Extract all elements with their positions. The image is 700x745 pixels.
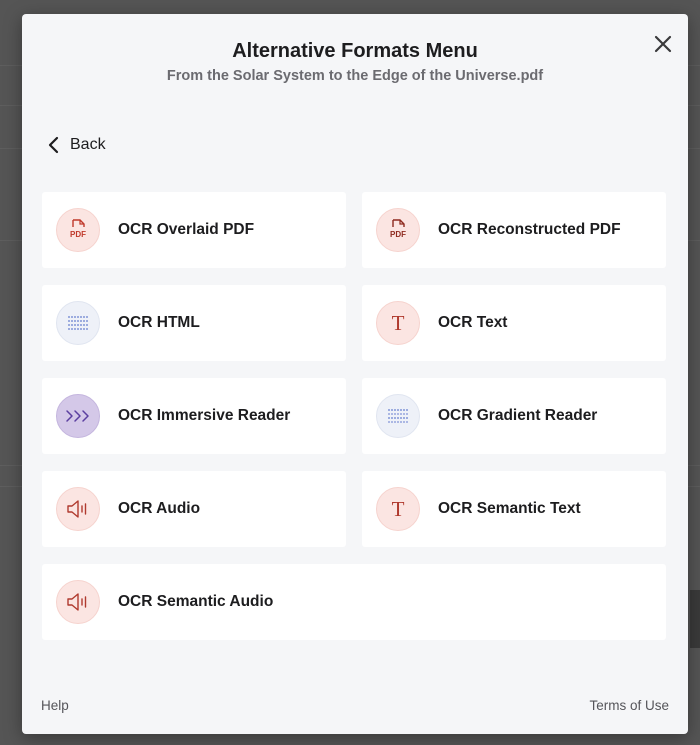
speaker-icon [56,487,100,531]
format-option-ocr-reconstructed-pdf[interactable]: PDF OCR Reconstructed PDF [362,192,666,268]
pdf-file-icon: PDF [376,208,420,252]
format-option-ocr-overlaid-pdf[interactable]: PDF OCR Overlaid PDF [42,192,346,268]
speaker-icon [56,580,100,624]
format-option-ocr-gradient-reader[interactable]: OCR Gradient Reader [362,378,666,454]
help-link[interactable]: Help [41,698,69,713]
chevron-left-icon [48,136,59,154]
immersive-reader-icon [56,394,100,438]
format-option-ocr-immersive-reader[interactable]: OCR Immersive Reader [42,378,346,454]
format-option-ocr-text[interactable]: T OCR Text [362,285,666,361]
format-options-grid: PDF OCR Overlaid PDF PDF OCR Reconstruct… [42,192,666,640]
svg-text:T: T [392,498,405,520]
format-option-label: OCR Semantic Text [438,500,581,517]
back-button[interactable]: Back [48,136,106,154]
terms-of-use-link[interactable]: Terms of Use [589,698,669,713]
format-option-label: OCR Overlaid PDF [118,221,255,238]
gradient-lines-icon [376,394,420,438]
format-option-label: OCR Semantic Audio [118,593,274,610]
format-option-ocr-semantic-audio[interactable]: OCR Semantic Audio [42,564,666,640]
format-option-label: OCR Text [438,314,508,331]
format-option-label: OCR Audio [118,500,201,517]
close-icon [654,35,672,53]
format-option-label: OCR HTML [118,314,200,331]
svg-text:T: T [392,312,405,334]
format-option-label: OCR Gradient Reader [438,407,598,424]
modal-subtitle: From the Solar System to the Edge of the… [166,68,544,84]
format-option-ocr-semantic-text[interactable]: T OCR Semantic Text [362,471,666,547]
format-option-ocr-html[interactable]: OCR HTML [42,285,346,361]
text-t-icon: T [376,301,420,345]
svg-text:PDF: PDF [390,230,406,239]
alternative-formats-modal: Alternative Formats Menu From the Solar … [22,14,688,734]
background-thumbnail [690,590,700,648]
html-lines-icon [56,301,100,345]
format-option-label: OCR Immersive Reader [118,407,291,424]
format-option-ocr-audio[interactable]: OCR Audio [42,471,346,547]
text-t-icon: T [376,487,420,531]
close-button[interactable] [652,33,674,55]
pdf-file-icon: PDF [56,208,100,252]
svg-text:PDF: PDF [70,230,86,239]
back-label: Back [70,136,106,153]
modal-title: Alternative Formats Menu [232,40,478,62]
format-option-label: OCR Reconstructed PDF [438,221,621,238]
